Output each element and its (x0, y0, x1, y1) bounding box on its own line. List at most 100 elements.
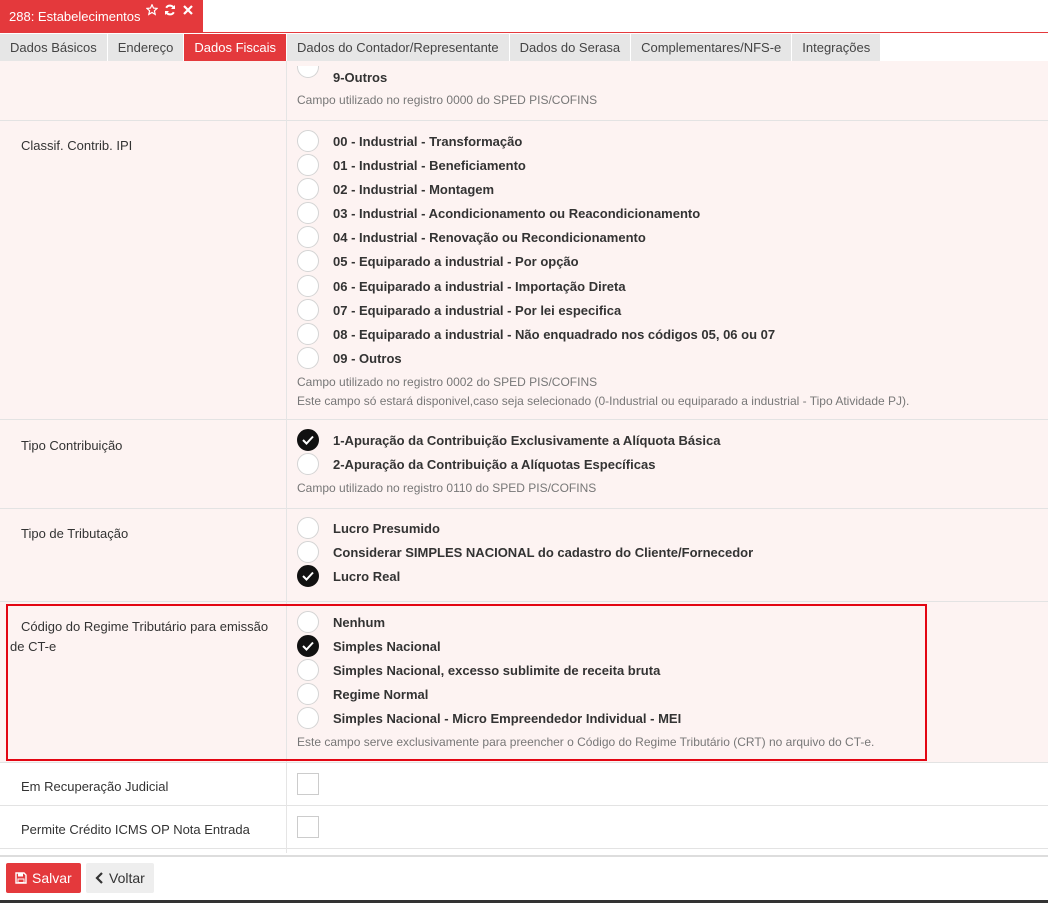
help-text: Campo utilizado no registro 0110 do SPED… (297, 481, 597, 495)
option-ipi-09[interactable]: 09 - Outros (297, 347, 402, 369)
save-button[interactable]: Salvar (6, 863, 81, 893)
divider (0, 762, 1048, 763)
radio[interactable] (297, 517, 319, 539)
divider (0, 848, 1048, 849)
option-label: 08 - Equiparado a industrial - Não enqua… (333, 326, 776, 342)
option-label: 07 - Equiparado a industrial - Por lei e… (333, 302, 622, 318)
radio[interactable] (297, 66, 319, 78)
option-label: 1-Apuração da Contribuição Exclusivament… (333, 432, 721, 448)
option-ipi-07[interactable]: 07 - Equiparado a industrial - Por lei e… (297, 299, 621, 321)
tab-complementares[interactable]: Complementares/NFS-e (631, 34, 793, 61)
option-ipi-06[interactable]: 06 - Equiparado a industrial - Importaçã… (297, 275, 626, 297)
window-tab[interactable]: 288: Estabelecimentos (0, 0, 203, 33)
check-icon (302, 571, 314, 581)
radio-checked[interactable] (297, 429, 319, 451)
radio[interactable] (297, 130, 319, 152)
option-label: 01 - Industrial - Beneficiamento (333, 157, 526, 173)
option-ipi-05[interactable]: 05 - Equiparado a industrial - Por opção (297, 250, 579, 272)
option-9-outros[interactable]: 9-Outros (297, 66, 387, 88)
option-label: 05 - Equiparado a industrial - Por opção (333, 253, 579, 269)
row-label-wrap: Tipo de Tributação (0, 526, 1048, 542)
tab-dados-serasa[interactable]: Dados do Serasa (509, 34, 632, 61)
option-label: 09 - Outros (333, 350, 402, 366)
option-lucro-real[interactable]: Lucro Real (297, 565, 400, 587)
field-label-ipi: Classif. Contrib. IPI (21, 138, 133, 153)
radio[interactable] (297, 275, 319, 297)
radio[interactable] (297, 250, 319, 272)
help-text: Campo utilizado no registro 0000 do SPED… (297, 93, 598, 107)
option-ipi-00[interactable]: 00 - Industrial - Transformação (297, 130, 522, 152)
help-text: Este campo serve exclusivamente para pre… (297, 735, 875, 749)
radio[interactable] (297, 683, 319, 705)
radio[interactable] (297, 611, 319, 633)
option-ipi-03[interactable]: 03 - Industrial - Acondicionamento ou Re… (297, 202, 700, 224)
chevron-left-icon (95, 872, 104, 884)
radio[interactable] (297, 178, 319, 200)
option-ipi-08[interactable]: 08 - Equiparado a industrial - Não enqua… (297, 323, 775, 345)
radio[interactable] (297, 453, 319, 475)
radio[interactable] (297, 226, 319, 248)
option-label: Lucro Presumido (333, 520, 440, 536)
tab-dados-fiscais[interactable]: Dados Fiscais (184, 34, 288, 61)
footer-divider (0, 855, 1048, 857)
radio[interactable] (297, 347, 319, 369)
option-label: 9-Outros (333, 69, 388, 85)
option-crt-sublimite[interactable]: Simples Nacional, excesso sublimite de r… (297, 659, 660, 681)
row-label-wrap: Em Recuperação Judicial (0, 779, 1048, 795)
window-title: 288: Estabelecimentos (9, 9, 141, 24)
tab-dados-contador[interactable]: Dados do Contador/Representante (287, 34, 510, 61)
option-label: 06 - Equiparado a industrial - Importaçã… (333, 278, 626, 294)
check-icon (302, 641, 314, 651)
radio[interactable] (297, 202, 319, 224)
save-icon (15, 872, 27, 884)
credito-checkbox[interactable] (297, 816, 319, 838)
radio[interactable] (297, 154, 319, 176)
option-label: Simples Nacional (333, 638, 441, 654)
bottom-border (0, 900, 1048, 903)
refresh-icon[interactable] (164, 4, 176, 16)
option-label: 02 - Industrial - Montagem (333, 181, 495, 197)
radio-checked[interactable] (297, 565, 319, 587)
field-label-credito: Permite Crédito ICMS OP Nota Entrada (21, 822, 250, 837)
back-button[interactable]: Voltar (86, 863, 154, 893)
radio[interactable] (297, 659, 319, 681)
option-crt-nenhum[interactable]: Nenhum (297, 611, 385, 633)
option-label: Regime Normal (333, 686, 429, 702)
help-text: Este campo só estará disponivel,caso sej… (297, 394, 910, 408)
tab-bar: Dados Básicos Endereço Dados Fiscais Dad… (0, 34, 882, 61)
radio[interactable] (297, 299, 319, 321)
option-ipi-01[interactable]: 01 - Industrial - Beneficiamento (297, 154, 526, 176)
star-icon[interactable] (146, 4, 158, 16)
radio[interactable] (297, 707, 319, 729)
field-label-contribuicao: Tipo Contribuição (21, 438, 123, 453)
row-top (0, 61, 1048, 120)
option-crt-simples[interactable]: Simples Nacional (297, 635, 441, 657)
option-contribuicao-1[interactable]: 1-Apuração da Contribuição Exclusivament… (297, 429, 720, 451)
option-crt-mei[interactable]: Simples Nacional - Micro Empreendedor In… (297, 707, 681, 729)
field-label-tributacao: Tipo de Tributação (21, 526, 129, 541)
row-label-wrap: Permite Crédito ICMS OP Nota Entrada (0, 822, 1048, 838)
close-icon[interactable] (182, 4, 194, 16)
option-lucro-presumido[interactable]: Lucro Presumido (297, 517, 440, 539)
option-crt-normal[interactable]: Regime Normal (297, 683, 428, 705)
option-ipi-02[interactable]: 02 - Industrial - Montagem (297, 178, 494, 200)
tab-endereco[interactable]: Endereço (107, 34, 185, 61)
radio[interactable] (297, 323, 319, 345)
option-ipi-04[interactable]: 04 - Industrial - Renovação ou Recondici… (297, 226, 646, 248)
divider (0, 805, 1048, 806)
radio[interactable] (297, 541, 319, 563)
header-divider (203, 32, 1048, 33)
row-label-wrap: Código do Regime Tributário para emissão… (0, 619, 1048, 659)
radio-checked[interactable] (297, 635, 319, 657)
option-contribuicao-2[interactable]: 2-Apuração da Contribuição a Alíquotas E… (297, 453, 655, 475)
field-label-crt-line2: de CT-e (10, 639, 57, 654)
help-text: Campo utilizado no registro 0002 do SPED… (297, 375, 598, 389)
option-label: Considerar SIMPLES NACIONAL do cadastro … (333, 544, 754, 560)
option-label: Nenhum (333, 614, 385, 630)
tab-dados-basicos[interactable]: Dados Básicos (0, 34, 108, 61)
field-label-crt-line1: Código do Regime Tributário para emissão (21, 619, 269, 634)
recuperacao-checkbox[interactable] (297, 773, 319, 795)
option-simples-cadastro[interactable]: Considerar SIMPLES NACIONAL do cadastro … (297, 541, 753, 563)
tab-integracoes[interactable]: Integrações (792, 34, 882, 61)
check-icon (302, 435, 314, 445)
